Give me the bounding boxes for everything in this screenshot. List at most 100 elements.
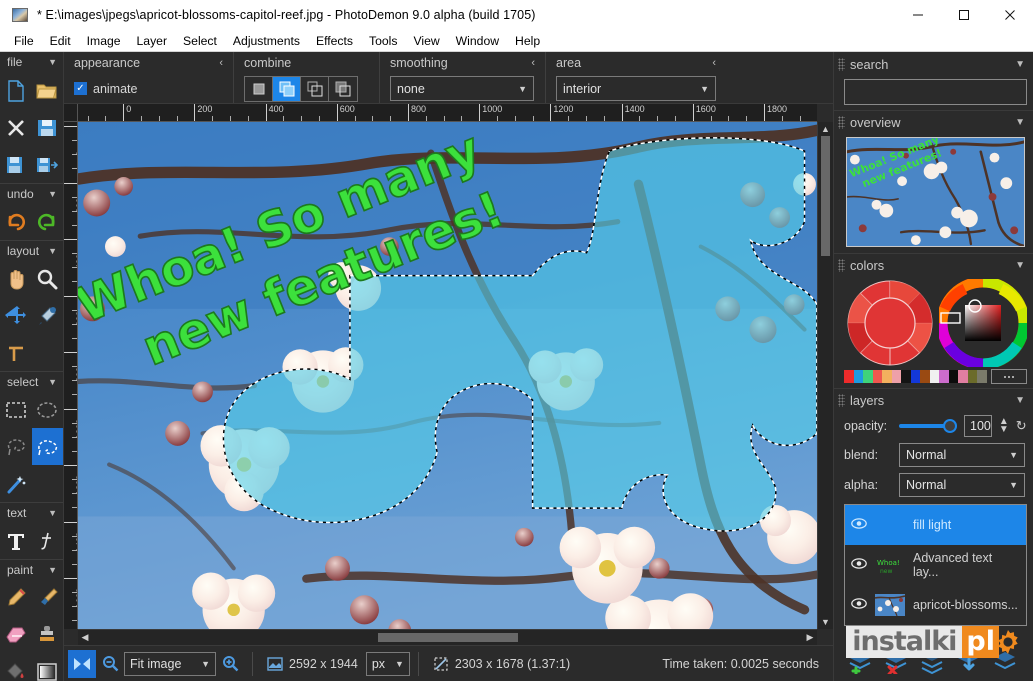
search-input[interactable] [844,79,1027,105]
fit-canvas-button[interactable] [68,649,96,678]
ruler-corner[interactable] [64,104,78,122]
panel-header-colors[interactable]: colors ▼ [834,253,1033,277]
chevron-down-icon[interactable]: ▼ [1015,117,1025,128]
horizontal-scrollbar[interactable]: ◀ ▶ [78,629,817,645]
maximize-button[interactable] [941,0,987,30]
menu-edit[interactable]: Edit [42,31,79,51]
layer-item-apricot-blossoms[interactable]: apricot-blossoms... [845,585,1026,625]
tool-close-image[interactable] [0,109,32,146]
toolgroup-file-header[interactable]: file ▼ [0,52,63,72]
color-swatch[interactable] [844,370,854,383]
menu-effects[interactable]: Effects [308,31,361,51]
tool-clone-stamp[interactable] [32,616,64,653]
color-swatch[interactable] [958,370,968,383]
tool-undo[interactable] [0,203,32,240]
tool-eraser[interactable] [0,616,32,653]
add-layer-button[interactable] [844,647,878,677]
scroll-down-arrow[interactable]: ▼ [818,615,833,629]
opacity-value-field[interactable]: 100 [964,415,992,437]
scroll-right-arrow[interactable]: ▶ [803,630,817,645]
color-variations-wheel[interactable] [846,279,934,367]
toolgroup-text-header[interactable]: text ▼ [0,502,63,522]
eye-icon[interactable] [851,598,867,612]
toolgroup-layout-header[interactable]: layout ▼ [0,240,63,260]
delete-layer-button[interactable] [880,647,914,677]
layer-item-advanced-text[interactable]: Whoa! new Advanced text lay... [845,545,1026,585]
color-swatch[interactable] [901,370,911,383]
tool-advanced-text[interactable] [32,522,64,559]
combine-mode-replace[interactable] [245,76,273,101]
vertical-scrollbar-thumb[interactable] [821,136,830,256]
menu-view[interactable]: View [405,31,447,51]
opacity-slider-knob[interactable] [943,419,957,433]
move-layer-down-button[interactable] [952,647,986,677]
minimize-button[interactable] [895,0,941,30]
color-swatch[interactable] [872,370,883,383]
color-swatch[interactable] [929,370,940,383]
tool-paint-bucket[interactable] [0,653,32,681]
toolgroup-paint-header[interactable]: paint ▼ [0,559,63,579]
drag-handle-icon[interactable] [838,116,845,129]
panel-header-layers[interactable]: layers ▼ [834,388,1033,412]
menu-image[interactable]: Image [79,31,129,51]
more-colors-button[interactable] [991,369,1027,384]
recent-colors[interactable] [844,370,987,383]
eye-icon[interactable] [851,518,867,532]
color-swatch[interactable] [977,370,987,383]
tool-polygon-select[interactable] [31,428,63,465]
tool-ellipse-select[interactable] [32,391,64,428]
color-swatch[interactable] [939,370,949,383]
chevron-down-icon[interactable]: ▼ [1015,260,1025,271]
color-swatch[interactable] [882,370,892,383]
tool-magic-wand-select[interactable] [0,465,32,502]
zoom-out-button[interactable] [96,650,124,678]
tool-zoom-magnifier[interactable] [32,260,64,297]
menu-layer[interactable]: Layer [129,31,176,51]
tool-open-image[interactable] [32,72,64,109]
zoom-in-button[interactable] [216,650,244,678]
menu-select[interactable]: Select [175,31,225,51]
scroll-up-arrow[interactable]: ▲ [818,122,833,136]
toolgroup-undo-header[interactable]: undo ▼ [0,183,63,203]
horizontal-ruler[interactable]: 0002004006008001000120014001600180020002… [78,104,817,122]
tool-lasso-select[interactable] [0,428,32,465]
opacity-slider[interactable] [899,418,957,434]
zoom-dropdown[interactable]: Fit image ▼ [124,651,216,676]
tool-pan-hand[interactable] [0,260,32,297]
menu-file[interactable]: File [6,31,42,51]
layer-item-fill-light[interactable]: fill light [845,505,1026,545]
menu-window[interactable]: Window [448,31,507,51]
tool-move-selection[interactable] [0,297,32,334]
panel-header-overview[interactable]: overview ▼ [834,110,1033,134]
color-swatch[interactable] [853,370,864,383]
panel-header-search[interactable]: search ▼ [834,52,1033,76]
tool-paintbrush[interactable] [32,579,64,616]
unit-dropdown[interactable]: px ▼ [365,651,410,676]
horizontal-scrollbar-thumb[interactable] [378,633,518,642]
color-swatch[interactable] [967,370,978,383]
drag-handle-icon[interactable] [838,57,845,71]
eye-icon[interactable] [851,558,867,572]
color-swatch[interactable] [891,370,902,383]
combine-mode-add[interactable] [273,76,301,101]
tool-save-as-image[interactable] [0,146,32,183]
area-dropdown[interactable]: interior ▼ [556,76,716,101]
color-swatch[interactable] [863,370,873,383]
color-wheel-picker[interactable] [939,279,1027,367]
opacity-spinner[interactable]: ▲ ▼ [999,417,1009,435]
chevron-down-icon[interactable]: ▼ [1015,59,1025,70]
merge-layer-button[interactable] [916,647,950,677]
collapse-left-icon[interactable]: ‹ [531,57,535,69]
chevron-down-icon[interactable]: ▼ [1015,395,1025,406]
blend-dropdown[interactable]: Normal ▼ [899,443,1025,467]
alpha-dropdown[interactable]: Normal ▼ [899,473,1025,497]
tool-save-image[interactable] [32,109,64,146]
vertical-ruler[interactable]: 020040060080010001200140016001800 [64,122,78,629]
layer-properties-button[interactable] [988,647,1022,677]
animate-checkbox-wrap[interactable]: ✓ animate [74,82,137,96]
image-canvas[interactable]: Whoa! So many new features! [78,122,817,629]
search-input-field[interactable] [845,80,1026,104]
tool-redo[interactable] [32,203,64,240]
menu-help[interactable]: Help [507,31,548,51]
tool-measure[interactable] [0,334,32,371]
